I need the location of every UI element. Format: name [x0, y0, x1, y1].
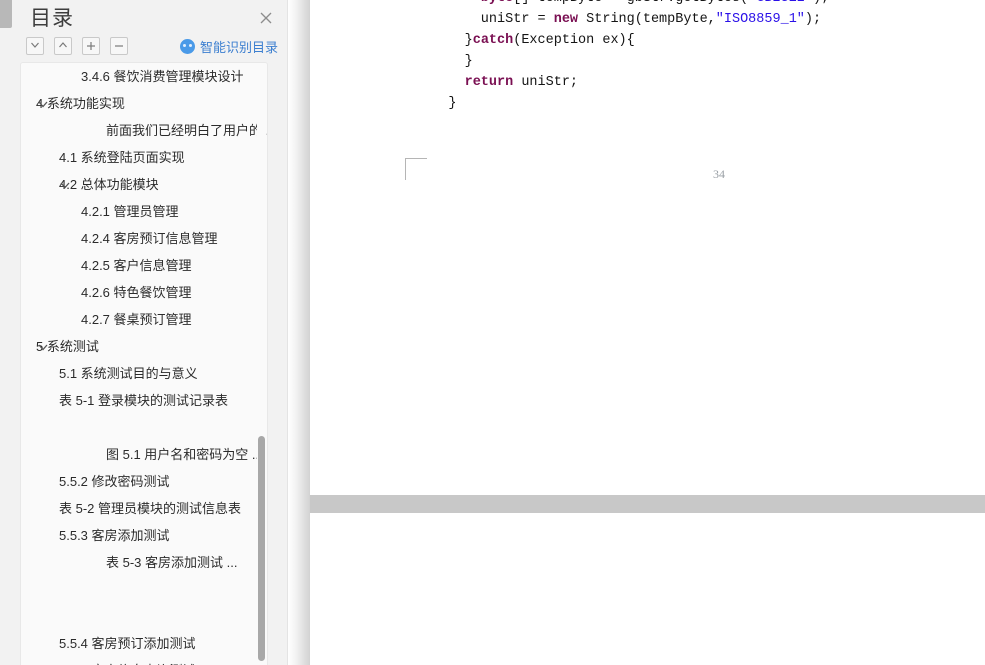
- outline-title: 目录: [30, 7, 74, 30]
- outline-item[interactable]: 表 5-1 登录模块的测试记录表: [21, 387, 267, 414]
- page-number: 34: [713, 167, 725, 181]
- document-page-2: 5 7 其他错误: [310, 513, 985, 665]
- code-line: }: [416, 96, 457, 111]
- app-root: 目录 智能识别目录 3.4.6 餐饮消费管理模块设计 4 系统功能实现 前面我们…: [0, 0, 985, 665]
- code-line: byte[] tempByte = gbStr.getBytes("GB2312…: [416, 0, 975, 9]
- outline-item[interactable]: 5.5.3 客房添加测试: [21, 522, 267, 549]
- outline-item[interactable]: 5.5.5 客户信息查询测试: [21, 657, 267, 665]
- outline-list: 3.4.6 餐饮消费管理模块设计 4 系统功能实现前面我们已经明白了用户的 ...…: [21, 63, 268, 665]
- outline-item-label: 5.5.3 客房添加测试: [59, 528, 170, 543]
- outline-item-label: 4.1 系统登陆页面实现: [59, 150, 185, 165]
- document-view: 在实际的测试中所有的模块都是经过严格的测试。 5.6 中文乱码问题处理 在 we…: [310, 0, 985, 665]
- chevron-down-icon[interactable]: [37, 98, 49, 110]
- chevron-down-icon[interactable]: [26, 37, 44, 55]
- outline-item-label: 表 5-1 登录模块的测试记录表: [59, 393, 229, 408]
- smart-recognize-toc-button[interactable]: 智能识别目录: [180, 36, 278, 56]
- outline-header: 目录: [0, 0, 288, 34]
- outline-item[interactable]: [21, 414, 267, 441]
- chevron-up-icon[interactable]: [54, 37, 72, 55]
- outline-item[interactable]: [21, 576, 267, 603]
- chevron-down-icon[interactable]: [59, 179, 71, 191]
- outline-item-label: 4.2.4 客房预订信息管理: [81, 231, 218, 246]
- code-block: encodinggb2312public void init(FilterCon…: [416, 0, 975, 114]
- chevron-down-icon[interactable]: [37, 341, 49, 353]
- outline-item-label: 4.2.5 客户信息管理: [81, 258, 192, 273]
- smart-recognize-toc-label: 智能识别目录: [200, 39, 279, 55]
- outline-item-label: 4.2.1 管理员管理: [81, 204, 179, 219]
- outline-item-label: 表 5-2 管理员模块的测试信息表: [59, 501, 242, 516]
- page-separator: [310, 495, 985, 513]
- outline-item[interactable]: 4.2 总体功能模块: [21, 171, 267, 198]
- outline-item-label: 4.2.6 特色餐饮管理: [81, 285, 192, 300]
- outline-item[interactable]: 4.2.6 特色餐饮管理: [21, 279, 267, 306]
- outline-item[interactable]: 表 5-2 管理员模块的测试信息表: [21, 495, 267, 522]
- outline-item-label: 前面我们已经明白了用户的 ...: [106, 123, 268, 138]
- outline-item-label: 图 5.1 用户名和密码为空 ...: [106, 447, 263, 462]
- outline-item-label: 5.5.4 客房预订添加测试: [59, 636, 196, 651]
- outline-item[interactable]: 5.1 系统测试目的与意义: [21, 360, 267, 387]
- outline-scrollbar[interactable]: [257, 64, 266, 665]
- outline-item-label: 5.1 系统测试目的与意义: [59, 366, 198, 381]
- outline-item-label: 5.5.2 修改密码测试: [59, 474, 170, 489]
- document-page-1: 在实际的测试中所有的模块都是经过严格的测试。 5.6 中文乱码问题处理 在 we…: [310, 0, 985, 495]
- outline-item[interactable]: 表 5-3 客房添加测试 ...: [21, 549, 267, 576]
- outline-item-label: 3.4.6 餐饮消费管理模块设计: [81, 69, 244, 84]
- code-line: uniStr = new String(tempByte,"ISO8859_1"…: [416, 12, 822, 27]
- outline-item[interactable]: 图 5.1 用户名和密码为空 ...: [21, 441, 267, 468]
- code-line: }: [416, 54, 473, 69]
- outline-item[interactable]: 5.5.4 客房预订添加测试: [21, 630, 267, 657]
- panel-divider[interactable]: [288, 0, 310, 665]
- outline-item[interactable]: 前面我们已经明白了用户的 ...: [21, 117, 268, 144]
- outline-item[interactable]: 4.2.5 客户信息管理: [21, 252, 267, 279]
- close-icon[interactable]: [256, 8, 276, 28]
- outline-item[interactable]: 5.5.2 修改密码测试: [21, 468, 267, 495]
- outline-item[interactable]: 4 系统功能实现: [21, 90, 267, 117]
- outline-scrollbar-thumb[interactable]: [258, 436, 265, 661]
- outline-item[interactable]: 4.2.4 客房预订信息管理: [21, 225, 267, 252]
- outline-toolbar: 智能识别目录: [0, 36, 288, 62]
- code-line: }catch(Exception ex){: [416, 33, 635, 48]
- outline-item-label: 4.2.7 餐桌预订管理: [81, 312, 192, 327]
- outline-item-label: 表 5-3 客房添加测试 ...: [106, 555, 238, 570]
- outline-item[interactable]: 3.4.6 餐饮消费管理模块设计: [21, 63, 267, 90]
- outline-item[interactable]: 5 系统测试: [21, 333, 267, 360]
- minus-icon[interactable]: [110, 37, 128, 55]
- page-margin-corner-mark: [405, 158, 427, 180]
- outline-item[interactable]: 4.1 系统登陆页面实现: [21, 144, 267, 171]
- outline-item-label: 5.5.5 客户信息查询测试: [59, 657, 196, 665]
- outline-item[interactable]: 4.2.7 餐桌预订管理: [21, 306, 267, 333]
- outline-item-label: 4 系统功能实现: [36, 96, 125, 111]
- code-line: return uniStr;: [464, 75, 579, 90]
- outline-panel: 目录 智能识别目录 3.4.6 餐饮消费管理模块设计 4 系统功能实现 前面我们…: [0, 0, 288, 665]
- outline-list-container: 3.4.6 餐饮消费管理模块设计 4 系统功能实现前面我们已经明白了用户的 ...…: [20, 62, 268, 665]
- outline-item-label: 4.2 总体功能模块: [59, 177, 159, 192]
- plus-icon[interactable]: [82, 37, 100, 55]
- outline-item[interactable]: 4.2.1 管理员管理: [21, 198, 267, 225]
- smart-recognize-icon: [180, 38, 195, 54]
- outline-item[interactable]: [21, 603, 267, 630]
